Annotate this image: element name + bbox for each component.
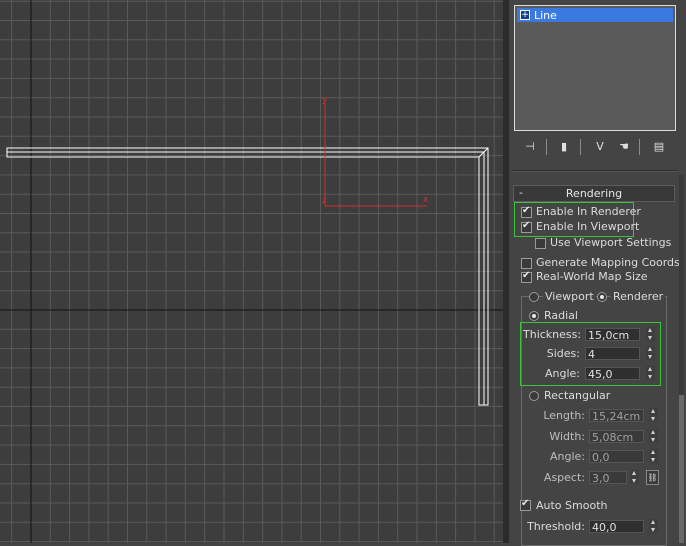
- auto-smooth-checkbox[interactable]: [520, 498, 531, 511]
- length-label: Length:: [543, 409, 585, 422]
- rect-angle-spinner[interactable]: [649, 449, 658, 463]
- stack-item-label: Line: [534, 9, 557, 22]
- remove-modifier-icon[interactable]: ☚: [615, 137, 633, 157]
- modifier-stack-toolbar: ⊣ ▮ V ☚ ▤: [514, 137, 679, 157]
- viewport-radio-label: Viewport: [543, 290, 596, 303]
- threshold-label: Threshold:: [527, 520, 585, 533]
- viewport-canvas[interactable]: y x z: [0, 0, 503, 543]
- plus-icon[interactable]: +: [520, 10, 530, 20]
- make-unique-icon[interactable]: V: [591, 137, 609, 157]
- panel-scrollbar[interactable]: [679, 175, 684, 543]
- radial-angle-label: Angle:: [544, 367, 580, 380]
- renderer-radio-label: Renderer: [611, 290, 666, 303]
- use-viewport-settings-label: Use Viewport Settings: [550, 236, 672, 249]
- axis-y-label: y: [322, 95, 328, 105]
- enable-in-renderer-checkbox[interactable]: [521, 205, 532, 218]
- lock-aspect-icon[interactable]: ⛓: [646, 470, 659, 485]
- configure-sets-icon[interactable]: ▤: [650, 137, 668, 157]
- line-shape-inner: [7, 151, 485, 405]
- aspect-input[interactable]: 3,0: [589, 471, 627, 484]
- real-world-map-size-label: Real-World Map Size: [536, 270, 648, 283]
- generate-mapping-coords-label: Generate Mapping Coords.: [536, 256, 684, 269]
- axis-x-label: x: [423, 195, 429, 205]
- length-input[interactable]: 15,24cm: [589, 409, 644, 422]
- width-input[interactable]: 5,08cm: [589, 430, 644, 443]
- auto-smooth-label: Auto Smooth: [536, 499, 608, 512]
- stack-item-line[interactable]: + Line: [517, 8, 673, 22]
- rectangular-radio-label: Rectangular: [544, 389, 611, 402]
- panel-divider: [512, 170, 678, 172]
- radial-angle-spinner[interactable]: [646, 366, 655, 380]
- viewport-radio[interactable]: [529, 292, 539, 302]
- rect-angle-label: Angle:: [549, 450, 585, 463]
- show-end-result-icon[interactable]: ▮: [555, 137, 573, 157]
- generate-mapping-coords-checkbox[interactable]: [521, 258, 532, 269]
- sides-spinner[interactable]: [646, 346, 655, 360]
- modifier-stack-list[interactable]: + Line: [514, 5, 676, 131]
- threshold-spinner[interactable]: [649, 519, 658, 533]
- radial-angle-input[interactable]: 45,0: [585, 367, 640, 380]
- radial-radio[interactable]: [529, 311, 539, 321]
- rollout-title: Rendering: [565, 187, 623, 200]
- toolbar-separator: [580, 139, 581, 155]
- toolbar-separator: [546, 139, 547, 155]
- length-spinner[interactable]: [649, 408, 658, 422]
- pin-stack-icon[interactable]: ⊣: [521, 137, 539, 157]
- real-world-map-size-checkbox[interactable]: [521, 270, 532, 283]
- threshold-input[interactable]: 40,0: [589, 520, 644, 533]
- panel-scrollbar-thumb[interactable]: [679, 395, 684, 543]
- rectangular-radio[interactable]: [529, 391, 539, 401]
- toolbar-separator: [639, 139, 640, 155]
- aspect-spinner[interactable]: [630, 470, 639, 484]
- rect-angle-input[interactable]: 0,0: [589, 450, 644, 463]
- rendering-rollout-header[interactable]: - Rendering: [513, 185, 675, 202]
- radial-radio-label: Radial: [544, 309, 578, 322]
- thickness-spinner[interactable]: [646, 327, 655, 341]
- thickness-label: Thickness:: [523, 328, 582, 341]
- enable-in-viewport-label: Enable In Viewport: [536, 220, 640, 233]
- aspect-label: Aspect:: [543, 471, 585, 484]
- renderer-radio[interactable]: [597, 292, 607, 302]
- perspective-viewport[interactable]: y x z: [0, 0, 503, 543]
- command-panel: + Line ⊣ ▮ V ☚ ▤ - Rendering Enable In R…: [509, 0, 686, 546]
- width-spinner[interactable]: [649, 429, 658, 443]
- thickness-input[interactable]: 15,0cm: [585, 328, 640, 341]
- line-shape-outer: [6, 147, 489, 406]
- axis-z-label: z: [322, 196, 326, 205]
- sides-input[interactable]: 4: [585, 347, 640, 360]
- enable-in-renderer-label: Enable In Renderer: [536, 205, 641, 218]
- use-viewport-settings-checkbox[interactable]: [535, 238, 546, 249]
- width-label: Width:: [549, 430, 585, 443]
- enable-in-viewport-checkbox[interactable]: [521, 220, 532, 233]
- sides-label: Sides:: [546, 347, 580, 360]
